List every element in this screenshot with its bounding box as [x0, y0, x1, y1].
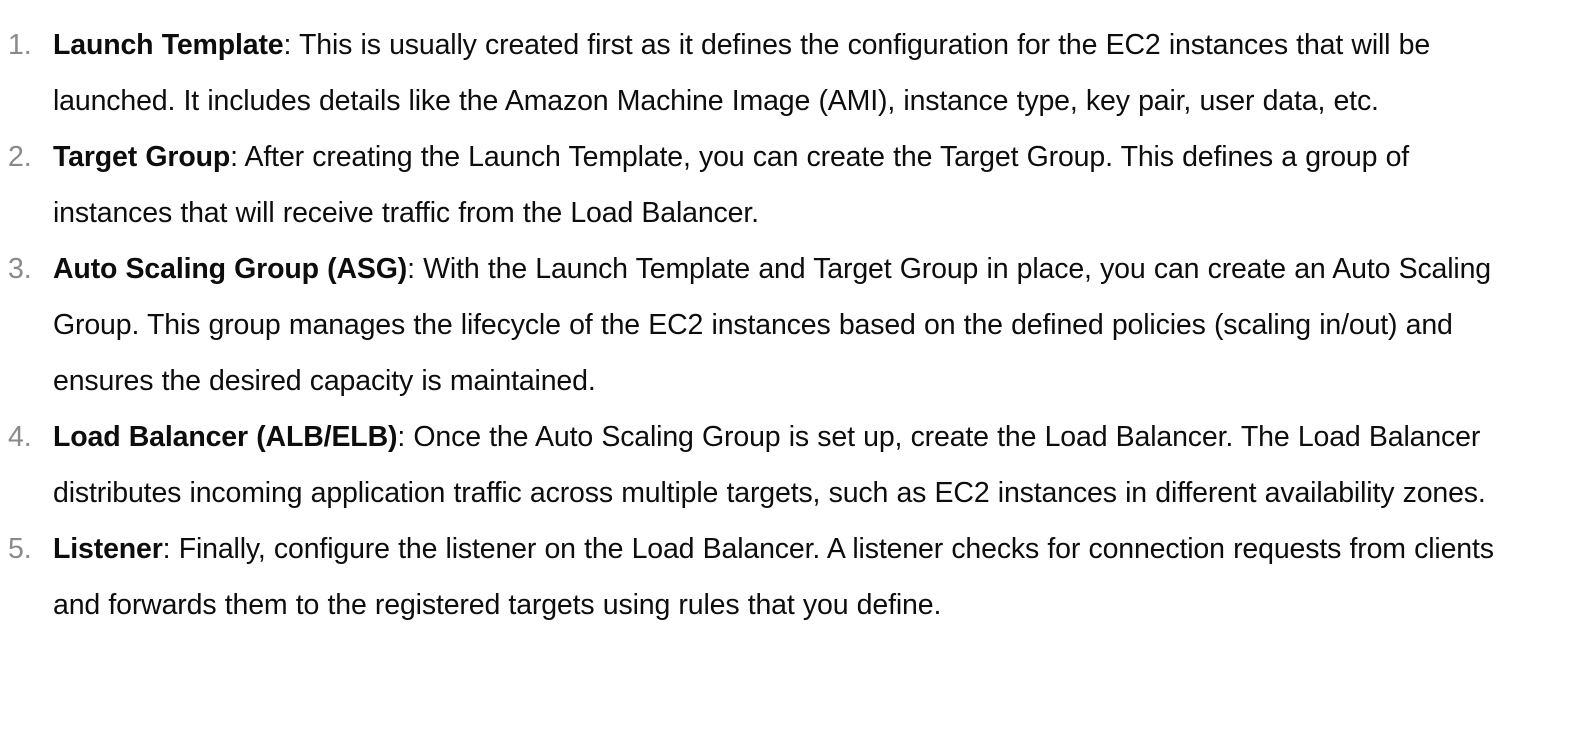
step-term: Listener [53, 533, 163, 565]
step-description: : Finally, configure the listener on the… [53, 533, 1494, 621]
step-launch-template: 1. Launch Template: This is usually crea… [0, 17, 1574, 129]
step-description: : After creating the Launch Template, yo… [53, 141, 1410, 229]
step-listener: 5. Listener: Finally, configure the list… [0, 521, 1574, 633]
step-number: 4. [8, 421, 32, 453]
steps-list: 1. Launch Template: This is usually crea… [0, 17, 1574, 633]
step-target-group: 2. Target Group: After creating the Laun… [0, 129, 1574, 241]
step-auto-scaling-group: 3. Auto Scaling Group (ASG): With the La… [0, 241, 1574, 409]
step-number: 2. [8, 141, 32, 173]
response-content: 1. Launch Template: This is usually crea… [0, 0, 1574, 752]
step-term: Auto Scaling Group (ASG) [53, 253, 408, 285]
step-number: 5. [8, 533, 32, 565]
step-term: Launch Template [53, 29, 284, 61]
step-number: 3. [8, 253, 32, 285]
step-load-balancer: 4. Load Balancer (ALB/ELB): Once the Aut… [0, 409, 1574, 521]
step-number: 1. [8, 29, 32, 61]
step-term: Target Group [53, 141, 231, 173]
step-term: Load Balancer (ALB/ELB) [53, 421, 398, 453]
